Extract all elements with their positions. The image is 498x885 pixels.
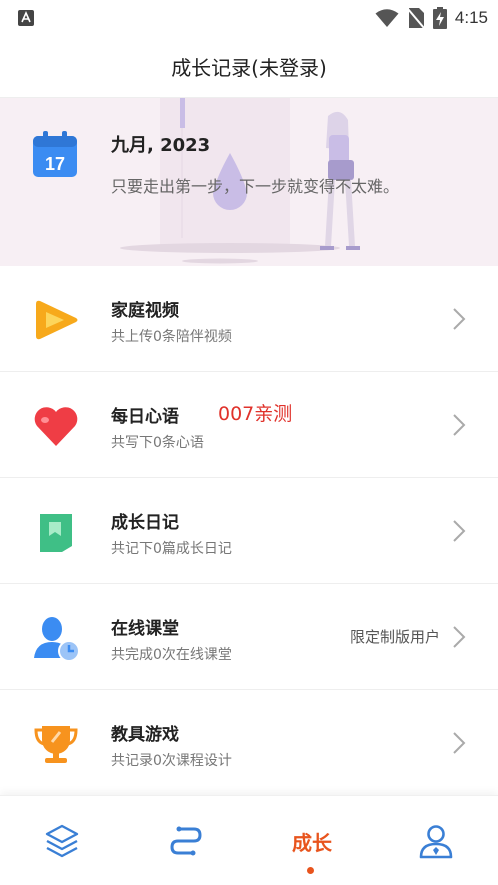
row-title: 家庭视频	[111, 301, 179, 321]
battery-charging-icon	[432, 7, 447, 29]
status-icons: 4:15	[375, 6, 488, 30]
calendar-icon: 17	[33, 131, 77, 177]
banner-date: 九月, 2023	[111, 135, 211, 156]
row-tag: 007亲测	[218, 403, 293, 425]
wifi-icon	[375, 9, 399, 27]
row-title: 教具游戏	[111, 725, 179, 745]
row-title: 在线课堂	[111, 619, 179, 639]
row-subtitle: 共写下0条心语	[111, 435, 204, 451]
user-profile-icon	[419, 825, 453, 859]
row-note: 限定制版用户	[349, 628, 440, 646]
layers-icon	[45, 824, 79, 858]
banner-quote: 只要走出第一步，下一步就变得不太难。	[111, 177, 400, 196]
row-online-class[interactable]: 在线课堂 共完成0次在线课堂 限定制版用户	[0, 584, 498, 690]
tab-profile[interactable]	[374, 796, 498, 885]
bottom-tab-bar: 成长	[0, 795, 498, 885]
row-subtitle: 共上传0条陪伴视频	[111, 329, 232, 345]
row-daily-words[interactable]: 每日心语 007亲测 共写下0条心语	[0, 372, 498, 478]
calendar-day: 17	[45, 154, 65, 174]
status-bar: 4:15	[0, 0, 498, 36]
tab-connect[interactable]	[124, 796, 248, 885]
app-header: 成长记录(未登录)	[0, 36, 498, 98]
row-title: 成长日记	[111, 513, 179, 533]
active-tab-indicator	[307, 867, 314, 874]
row-growth-diary[interactable]: 成长日记 共记下0篇成长日记	[0, 478, 498, 584]
date-banner: 17 九月, 2023 只要走出第一步，下一步就变得不太难。	[0, 98, 498, 266]
chevron-right-icon	[453, 626, 466, 648]
row-family-video[interactable]: 家庭视频 共上传0条陪伴视频	[0, 266, 498, 372]
chevron-right-icon	[453, 732, 466, 754]
feature-list: 家庭视频 共上传0条陪伴视频 每日心语 007亲测 共写下0条心语 成长日记 共…	[0, 266, 498, 796]
video-play-icon	[36, 300, 78, 340]
no-sim-icon	[407, 8, 425, 29]
trophy-icon	[34, 726, 78, 763]
link-icon	[170, 826, 202, 856]
chevron-right-icon	[453, 414, 466, 436]
chevron-right-icon	[453, 520, 466, 542]
chevron-right-icon	[453, 308, 466, 330]
page-title: 成长记录(未登录)	[171, 56, 327, 80]
row-subtitle: 共记录0次课程设计	[111, 753, 232, 769]
heart-icon	[34, 407, 78, 446]
diary-book-icon	[40, 514, 72, 552]
tab-growth-label: 成长	[292, 830, 332, 855]
tab-growth[interactable]: 成长	[250, 796, 374, 885]
notification-a-icon	[18, 10, 34, 26]
online-class-icon	[34, 617, 80, 662]
row-subtitle: 共完成0次在线课堂	[111, 647, 232, 663]
status-time: 4:15	[454, 8, 488, 27]
row-title: 每日心语	[111, 407, 179, 427]
row-subtitle: 共记下0篇成长日记	[111, 541, 232, 557]
tab-courses[interactable]	[0, 796, 124, 885]
row-teaching-games[interactable]: 教具游戏 共记录0次课程设计	[0, 690, 498, 796]
